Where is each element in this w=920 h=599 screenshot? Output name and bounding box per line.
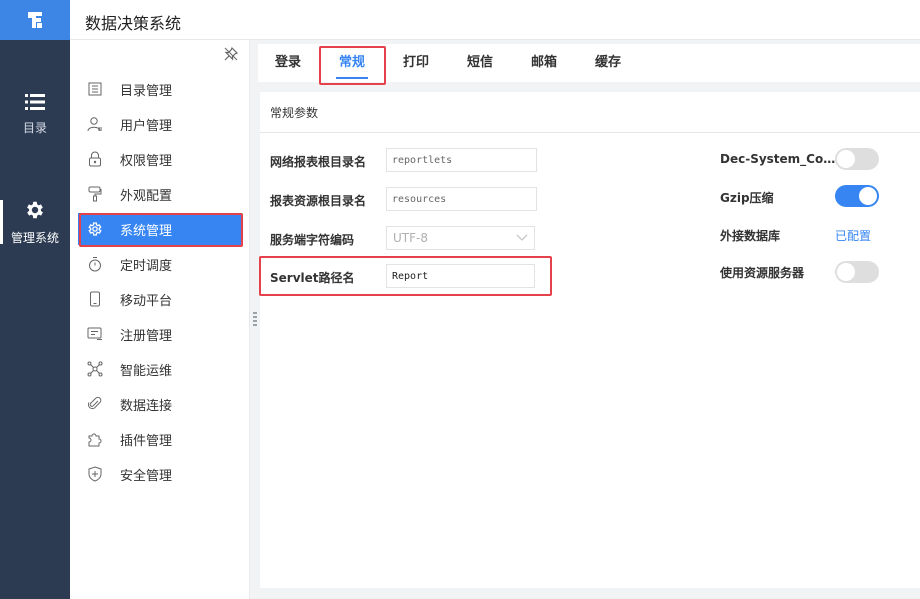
toggle-knob <box>859 187 877 205</box>
tab-general[interactable]: 常规 <box>335 44 369 82</box>
paint-roller-icon <box>86 185 104 203</box>
tab-login[interactable]: 登录 <box>275 44 301 82</box>
field-label-charset: 服务端字符编码 <box>270 233 355 247</box>
list-icon <box>25 93 45 110</box>
top-header: 数据决策系统 <box>70 0 920 40</box>
dec-system-toggle[interactable] <box>835 148 879 170</box>
paperclip-icon <box>86 395 104 413</box>
lock-icon <box>86 150 104 168</box>
toggle-knob <box>837 150 855 168</box>
settings-panel: 常规参数 网络报表根目录名 报表资源根目录名 服务端字符编码 UTF-8 Ser… <box>260 92 920 588</box>
sidebar-item-label: 安全管理 <box>120 468 173 484</box>
sidebar-item-registration[interactable]: 注册管理 <box>78 318 242 350</box>
register-icon <box>86 325 104 343</box>
logo-icon <box>28 12 42 28</box>
field-label-resource-root: 报表资源根目录名 <box>270 194 367 208</box>
sidebar-item-label: 插件管理 <box>120 433 173 449</box>
sidebar-item-mobile[interactable]: 移动平台 <box>78 283 242 315</box>
sidebar-item-security[interactable]: 安全管理 <box>78 458 242 490</box>
sidebar-item-users[interactable]: 用户管理 <box>78 108 242 140</box>
gear-icon <box>86 220 104 238</box>
sidebar-item-label: 外观配置 <box>120 188 173 204</box>
panel-title: 常规参数 <box>270 106 319 120</box>
tab-print[interactable]: 打印 <box>403 44 429 82</box>
sidebar-item-label: 定时调度 <box>120 258 173 274</box>
external-db-configured-link[interactable]: 已配置 <box>835 227 871 244</box>
sidebar-item-plugins[interactable]: 插件管理 <box>78 423 242 455</box>
sidebar-item-directory[interactable]: 目录管理 <box>78 73 242 105</box>
gzip-toggle[interactable] <box>835 185 879 207</box>
sidebar-item-label: 数据连接 <box>120 398 173 414</box>
app-title: 数据决策系统 <box>85 14 182 33</box>
sidebar-item-appearance[interactable]: 外观配置 <box>78 178 242 210</box>
field-label-servlet: Servlet路径名 <box>270 271 355 285</box>
sidebar-item-label: 注册管理 <box>120 328 173 344</box>
chevron-down-icon <box>516 234 528 241</box>
sidebar-item-label: 目录管理 <box>120 83 173 99</box>
sidebar-item-label: 用户管理 <box>120 118 173 134</box>
rail-item-admin[interactable]: 管理系统 <box>0 192 70 252</box>
sidebar-item-scheduler[interactable]: 定时调度 <box>78 248 242 280</box>
resize-handle[interactable] <box>253 312 257 326</box>
app-logo[interactable] <box>0 0 70 40</box>
sidebar-item-system[interactable]: 系统管理 <box>78 213 242 245</box>
timer-icon <box>86 255 104 273</box>
divider <box>260 132 920 133</box>
sidebar-item-label: 智能运维 <box>120 363 173 379</box>
setting-label-resource-server: 使用资源服务器 <box>720 266 805 280</box>
setting-label-gzip: Gzip压缩 <box>720 191 774 205</box>
report-root-input[interactable] <box>386 148 537 172</box>
setting-label-dec-system: Dec-System_Conn... <box>720 152 838 166</box>
directory-icon <box>86 80 104 98</box>
tab-cache[interactable]: 缓存 <box>595 44 621 82</box>
puzzle-icon <box>86 430 104 448</box>
charset-value: UTF-8 <box>393 231 428 245</box>
sidebar-item-label: 权限管理 <box>120 153 173 169</box>
rail-item-label: 管理系统 <box>10 230 59 245</box>
mobile-icon <box>86 290 104 308</box>
tab-sms[interactable]: 短信 <box>467 44 493 82</box>
tab-email[interactable]: 邮箱 <box>531 44 557 82</box>
servlet-path-input[interactable] <box>386 264 535 288</box>
sidebar-item-label: 移动平台 <box>120 293 173 309</box>
gear-icon <box>27 201 43 218</box>
user-icon <box>86 115 104 133</box>
sidebar-item-data-connection[interactable]: 数据连接 <box>78 388 242 420</box>
admin-sidebar: 目录管理 用户管理 权限管理 外观配置 系统管理 定时调度 移动平台 注册管理 … <box>70 40 250 599</box>
tab-bar: 登录 常规 打印 短信 邮箱 缓存 <box>258 44 920 82</box>
toggle-knob <box>837 263 855 281</box>
rail-item-label: 目录 <box>22 120 47 135</box>
sidebar-item-ops[interactable]: 智能运维 <box>78 353 242 385</box>
shield-icon <box>86 465 104 483</box>
pin-icon[interactable] <box>223 46 239 62</box>
rail-item-directory[interactable]: 目录 <box>0 84 70 144</box>
resource-server-toggle[interactable] <box>835 261 879 283</box>
network-icon <box>86 360 104 378</box>
field-label-report-root: 网络报表根目录名 <box>270 155 367 169</box>
sidebar-item-label: 系统管理 <box>120 223 173 239</box>
charset-select[interactable]: UTF-8 <box>386 226 535 250</box>
resource-root-input[interactable] <box>386 187 537 211</box>
sidebar-item-permissions[interactable]: 权限管理 <box>78 143 242 175</box>
setting-label-external-db: 外接数据库 <box>720 229 781 243</box>
app-rail: 目录 管理系统 <box>0 0 70 599</box>
